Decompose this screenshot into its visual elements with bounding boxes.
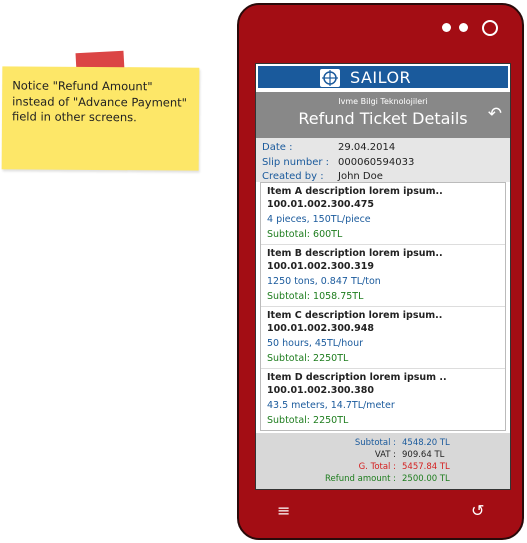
list-item[interactable]: Item B description lorem ipsum.. 100.01.… (261, 245, 505, 307)
refund-value: 2500.00 TL (402, 474, 450, 484)
item-quantity: 4 pieces, 150TL/piece (267, 214, 371, 225)
item-code: 100.01.002.300.319 (267, 261, 374, 272)
meta-created: Created by : John Doe (262, 171, 383, 182)
slip-label: Slip number : (262, 157, 330, 168)
brand-bar: SAILOR (256, 64, 510, 90)
status-dot-icon (442, 23, 451, 32)
title-bar: Ivme Bilgi Teknolojileri Refund Ticket D… (256, 92, 510, 138)
item-subtotal: Subtotal: 2250TL (267, 353, 349, 364)
camera-ring-icon (482, 20, 498, 36)
ticket-meta: Date : 29.04.2014 Slip number : 0000605940… (256, 138, 510, 182)
gtotal-label: G. Total : (358, 462, 396, 472)
slip-value: 000060594033 (338, 157, 415, 168)
created-value: John Doe (338, 171, 383, 182)
meta-date: Date : 29.04.2014 (262, 142, 395, 153)
page-title: Refund Ticket Details (298, 109, 468, 128)
item-quantity: 1250 tons, 0.847 TL/ton (267, 276, 381, 287)
item-description: Item B description lorem ipsum.. (267, 248, 443, 259)
meta-slip: Slip number : 000060594033 (262, 157, 414, 168)
vat-value: 909.64 TL (402, 450, 445, 460)
created-label: Created by : (262, 171, 324, 182)
app-screen: SAILOR Ivme Bilgi Teknolojileri Refund T… (255, 63, 511, 490)
brand-name: SAILOR (350, 68, 412, 87)
note-text: Notice "Refund Amount" instead of "Advan… (11, 78, 188, 125)
item-code: 100.01.002.300.380 (267, 385, 374, 396)
company-name: Ivme Bilgi Teknolojileri (338, 97, 428, 106)
menu-icon[interactable]: ≡ (277, 501, 290, 520)
subtotal-label: Subtotal : (354, 438, 396, 448)
item-code: 100.01.002.300.475 (267, 199, 374, 210)
item-subtotal: Subtotal: 2250TL (267, 415, 349, 426)
compass-logo-icon (320, 69, 340, 87)
gtotal-value: 5457.84 TL (402, 462, 450, 472)
phone-frame: SAILOR Ivme Bilgi Teknolojileri Refund T… (237, 3, 524, 540)
back-arrow-icon[interactable]: ↶ (488, 104, 502, 124)
annotation-note: Notice "Refund Amount" instead of "Advan… (1, 66, 200, 171)
list-item[interactable]: Item A description lorem ipsum.. 100.01.… (261, 183, 505, 245)
list-item[interactable]: Item D description lorem ipsum .. 100.01… (261, 369, 505, 430)
item-description: Item A description lorem ipsum.. (267, 186, 443, 197)
date-label: Date : (262, 142, 293, 153)
vat-label: VAT : (374, 450, 396, 460)
status-dot-icon (459, 23, 468, 32)
refund-label: Refund amount : (325, 474, 396, 484)
item-description: Item C description lorem ipsum.. (267, 310, 443, 321)
list-item[interactable]: Item C description lorem ipsum.. 100.01.… (261, 307, 505, 369)
totals-panel: Subtotal : 4548.20 TL VAT : 909.64 TL G.… (256, 433, 510, 489)
item-code: 100.01.002.300.948 (267, 323, 374, 334)
item-quantity: 50 hours, 45TL/hour (267, 338, 364, 349)
items-list[interactable]: Item A description lorem ipsum.. 100.01.… (260, 182, 506, 431)
item-subtotal: Subtotal: 1058.75TL (267, 291, 364, 302)
back-nav-icon[interactable]: ↺ (471, 501, 484, 520)
date-value: 29.04.2014 (338, 142, 396, 153)
item-description: Item D description lorem ipsum .. (267, 372, 447, 383)
item-subtotal: Subtotal: 600TL (267, 229, 343, 240)
subtotal-value: 4548.20 TL (402, 438, 450, 448)
item-quantity: 43.5 meters, 14.7TL/meter (267, 400, 395, 411)
